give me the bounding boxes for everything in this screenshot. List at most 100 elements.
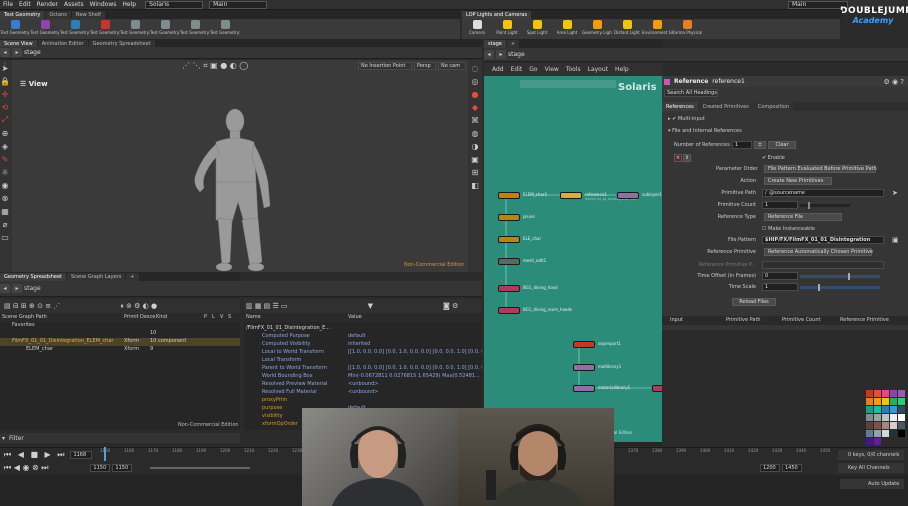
prop-col-value[interactable]: Value <box>348 314 362 320</box>
prim-path-arrow-icon[interactable]: ➤ <box>892 189 898 197</box>
grid-tool-icon[interactable]: ▦ <box>0 206 10 216</box>
shelf-left-tool-6[interactable]: Test Geometry: T... <box>180 18 210 40</box>
col-p[interactable]: P <box>204 314 207 320</box>
col-l[interactable]: L <box>212 314 215 320</box>
net-path[interactable]: stage <box>508 51 525 58</box>
remove-ref-icon[interactable]: × <box>674 154 682 162</box>
network-editor[interactable]: Solaris ELEM_char1 reference1/FilmFX_01_0… <box>484 76 662 442</box>
ref-prim-path-field[interactable] <box>762 261 884 269</box>
property-row[interactable]: Resolved Full Material <unbound> <box>244 389 480 397</box>
col-primitive-count[interactable]: Primitive Count <box>782 317 820 323</box>
sg-toolbar-icons-right[interactable]: ⏸ ⊚ ⚙ ◐ ● <box>120 302 157 311</box>
shelf-left-tool-7[interactable]: Test Geometry: T... <box>210 18 240 40</box>
color-swatch[interactable] <box>898 430 905 437</box>
net-menu-tools[interactable]: Tools <box>566 66 581 73</box>
time-scale-handle[interactable] <box>818 284 820 291</box>
network-node[interactable] <box>498 214 520 221</box>
scale-tool-icon[interactable]: ⤢ <box>0 115 10 125</box>
clear-button[interactable]: Clear <box>768 141 796 149</box>
prim-count-slider[interactable] <box>800 202 850 209</box>
lock-icon[interactable]: 🔒 <box>0 76 10 86</box>
shelf-right-tool-1[interactable]: Point Light <box>492 18 522 40</box>
shelf-left-tool-0[interactable]: Test Geometry <box>0 18 30 40</box>
range-end-field[interactable]: 1450 <box>782 464 802 472</box>
num-refs-stepper[interactable]: ± <box>754 141 766 149</box>
col-kind[interactable]: Kind <box>156 314 167 320</box>
property-row[interactable]: Computed Purpose default <box>244 333 480 341</box>
network-node[interactable] <box>498 192 520 199</box>
color-swatch[interactable] <box>890 414 897 421</box>
guide-icon[interactable]: ⊞ <box>470 167 480 177</box>
network-node[interactable] <box>498 258 520 265</box>
col-input[interactable]: Input <box>670 317 683 323</box>
net-menu-add[interactable]: Add <box>492 66 504 73</box>
color-swatch[interactable] <box>890 398 897 405</box>
color-swatch[interactable] <box>898 406 905 413</box>
time-scale-field[interactable]: 1 <box>762 283 798 291</box>
persp-select[interactable]: Persp <box>414 62 436 70</box>
color-swatch[interactable] <box>898 422 905 429</box>
net-menu-layout[interactable]: Layout <box>588 66 608 73</box>
shelf-right-tool-2[interactable]: Spot Light <box>522 18 552 40</box>
col-s[interactable]: S <box>228 314 231 320</box>
playback-controls[interactable]: ⏮ ◀ ■ ▶ ⏭ <box>4 450 66 460</box>
shelf-left-tool-3[interactable]: Test Geometry: S... <box>90 18 120 40</box>
net-menu-edit[interactable]: Edit <box>511 66 523 73</box>
tree-row-selected[interactable]: FilmFX_01_01_Disintegration_ELEM_char Xf… <box>0 338 240 346</box>
network-node[interactable] <box>498 285 520 292</box>
move-ref-icon[interactable]: ⇕ <box>683 154 691 162</box>
time-offset-handle[interactable] <box>848 273 850 280</box>
color-swatch[interactable] <box>874 390 881 397</box>
order-select[interactable]: File Pattern Evaluated Before Primitive … <box>764 165 877 173</box>
node-name-field[interactable]: reference1 <box>712 78 744 85</box>
back-arrow-icon[interactable]: ◂ <box>0 48 10 57</box>
network-node[interactable] <box>617 192 639 199</box>
color-swatch[interactable] <box>890 422 897 429</box>
sg-back-icon[interactable]: ◂ <box>0 284 10 293</box>
net-back-icon[interactable]: ◂ <box>484 50 494 59</box>
color-swatch[interactable] <box>874 398 881 405</box>
color-swatch[interactable] <box>866 422 873 429</box>
wire-icon[interactable]: ⌘ <box>470 115 480 125</box>
move-tool-icon[interactable]: ✛ <box>0 89 10 99</box>
shelf-right-tool-4[interactable]: Geometry Light <box>582 18 612 40</box>
context-selector[interactable]: Solaris <box>145 0 204 9</box>
network-node[interactable] <box>498 307 520 314</box>
net-forward-icon[interactable]: ▸ <box>496 50 506 59</box>
tree-row[interactable]: 10 <box>0 330 240 338</box>
sg-forward-icon[interactable]: ▸ <box>12 284 22 293</box>
menu-windows[interactable]: Windows <box>90 1 117 8</box>
light-tool-icon[interactable]: ☼ <box>0 167 10 177</box>
snapshot-icon[interactable]: ◌ <box>470 63 480 73</box>
net-menu-help[interactable]: Help <box>615 66 629 73</box>
ref-prim-select[interactable]: Reference Automatically Chosen Primitive <box>764 248 873 256</box>
start-frame-field[interactable]: 1150 <box>90 464 111 472</box>
add-tab-icon[interactable]: + <box>126 273 139 281</box>
col-v[interactable]: V <box>220 314 223 320</box>
color-swatch[interactable] <box>882 414 889 421</box>
handle-tool-icon[interactable]: ◈ <box>0 141 10 151</box>
display-options-icon[interactable]: ⋰ ⋱ ⌗ ▣ ● ◐ ◯ <box>182 61 248 71</box>
action-select[interactable]: Create New Primitives <box>764 177 832 185</box>
property-row[interactable]: World Bounding Box Min(-0.0672811 0.02768… <box>244 373 480 381</box>
instanceable-toggle[interactable]: ☐ Make Instanceable <box>762 226 815 232</box>
color-swatch[interactable] <box>866 390 873 397</box>
color-swatch[interactable] <box>898 390 905 397</box>
shelf-right-tool-3[interactable]: Area Light <box>552 18 582 40</box>
color-swatch[interactable] <box>874 422 881 429</box>
light-link-icon[interactable]: ◆ <box>470 102 480 112</box>
sg-path[interactable]: stage <box>24 285 41 292</box>
tab-composition[interactable]: Composition <box>753 102 794 111</box>
range-start-field[interactable]: 1200 <box>760 464 780 472</box>
tab-stage[interactable]: stage <box>484 40 506 48</box>
color-swatch[interactable] <box>866 406 873 413</box>
color-swatch[interactable] <box>898 398 905 405</box>
shelf-left-tool-4[interactable]: Test Geometry: T... <box>120 18 150 40</box>
prop-col-name[interactable]: Name <box>246 314 261 320</box>
render-icon[interactable]: ◧ <box>470 180 480 190</box>
property-row[interactable]: Local to World Transform [[1.0, 0.0, 0.0]… <box>244 349 482 357</box>
color-swatch[interactable] <box>882 422 889 429</box>
property-row[interactable]: Resolved Preview Material <unbound> <box>244 381 480 389</box>
camera-tool-icon[interactable]: ◉ <box>0 180 10 190</box>
bg-icon[interactable]: ▣ <box>470 154 480 164</box>
